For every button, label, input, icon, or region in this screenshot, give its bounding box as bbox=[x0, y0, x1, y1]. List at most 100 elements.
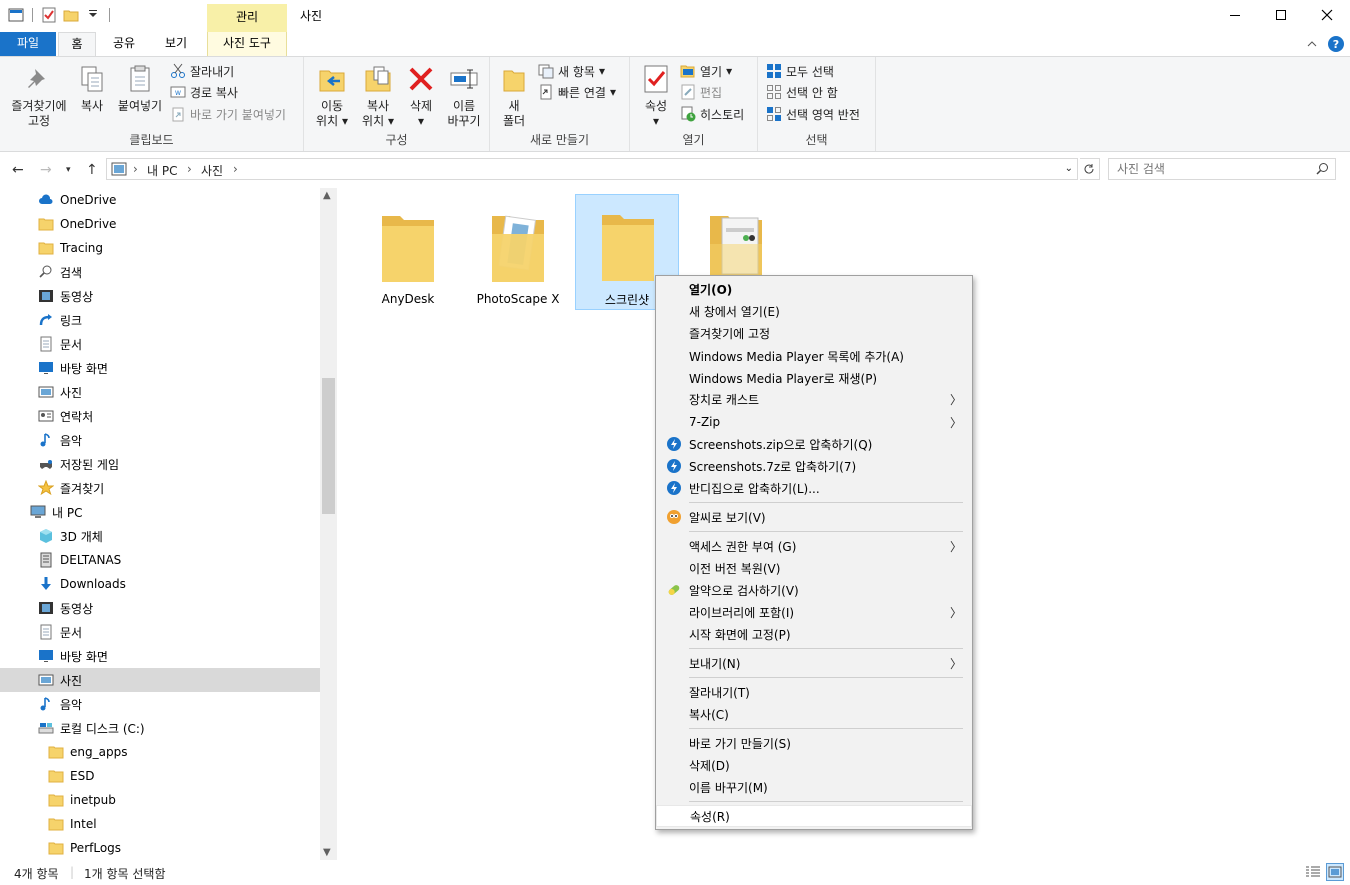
sidebar-item[interactable]: ESD bbox=[0, 764, 320, 788]
breadcrumb-folder[interactable]: 사진 bbox=[201, 162, 223, 179]
edit-button[interactable]: 편집 bbox=[680, 82, 722, 102]
history-button[interactable]: 히스토리 bbox=[680, 104, 744, 124]
tab-photo-tools[interactable]: 사진 도구 bbox=[207, 32, 287, 56]
paste-shortcut-button[interactable]: 바로 가기 붙여넣기 bbox=[170, 104, 286, 124]
menu-item-create-shortcut[interactable]: 바로 가기 만들기(S) bbox=[656, 732, 972, 754]
search-input[interactable] bbox=[1109, 159, 1309, 179]
invert-selection-button[interactable]: 선택 영역 반전 bbox=[766, 104, 860, 124]
recent-locations-chevron-icon[interactable]: ▾ bbox=[66, 165, 71, 175]
properties-button[interactable]: 속성 ▾ bbox=[638, 63, 674, 129]
sidebar-item[interactable]: Downloads bbox=[0, 572, 320, 596]
menu-item-restore-versions[interactable]: 이전 버전 복원(V) bbox=[656, 557, 972, 579]
address-history-chevron-icon[interactable]: ⌄ bbox=[1065, 163, 1073, 174]
sidebar-item[interactable]: 검색 bbox=[0, 260, 320, 284]
sidebar-item[interactable]: 3D 개체 bbox=[0, 524, 320, 548]
address-bar[interactable]: › 내 PC › 사진 › ⌄ bbox=[106, 158, 1078, 180]
paste-button[interactable]: 붙여넣기 bbox=[114, 63, 166, 114]
sidebar-item[interactable]: inetpub bbox=[0, 788, 320, 812]
sidebar-item[interactable]: Intel bbox=[0, 812, 320, 836]
copy-path-button[interactable]: W 경로 복사 bbox=[170, 82, 238, 102]
rename-button[interactable]: 이름 바꾸기 bbox=[442, 63, 486, 129]
breadcrumb-separator-icon[interactable]: › bbox=[133, 162, 138, 176]
tab-share[interactable]: 공유 bbox=[104, 32, 144, 56]
maximize-button[interactable] bbox=[1258, 0, 1304, 30]
menu-item-properties[interactable]: 속성(R) bbox=[656, 805, 972, 827]
refresh-button[interactable] bbox=[1080, 158, 1100, 180]
copy-to-button[interactable]: 복사 위치 ▾ bbox=[356, 63, 400, 129]
menu-item-open[interactable]: 열기(O) bbox=[656, 278, 972, 300]
sidebar-item[interactable]: 음악 bbox=[0, 428, 320, 452]
cut-button[interactable]: 잘라내기 bbox=[170, 61, 234, 81]
tab-view[interactable]: 보기 bbox=[152, 32, 200, 56]
sidebar-item[interactable]: OneDrive bbox=[0, 188, 320, 212]
forward-arrow-icon[interactable]: → bbox=[40, 162, 52, 178]
folder-item[interactable]: PhotoScape X bbox=[466, 196, 570, 312]
sidebar-item[interactable]: 동영상 bbox=[0, 596, 320, 620]
sidebar-item[interactable]: OneDrive bbox=[0, 212, 320, 236]
sidebar-item[interactable]: 바탕 화면 bbox=[0, 356, 320, 380]
pin-quick-access-button[interactable]: 즐겨찾기에 고정 bbox=[6, 63, 72, 129]
sidebar-item[interactable]: 동영상 bbox=[0, 284, 320, 308]
select-none-button[interactable]: 선택 안 함 bbox=[766, 82, 838, 102]
menu-item-cut[interactable]: 잘라내기(T) bbox=[656, 681, 972, 703]
new-folder-quick-icon[interactable] bbox=[63, 7, 79, 23]
sidebar-item[interactable]: 사진 bbox=[0, 380, 320, 404]
menu-item-give-access[interactable]: 액세스 권한 부여 (G) 〉 bbox=[656, 535, 972, 557]
new-item-button[interactable]: 새 항목 ▾ bbox=[538, 61, 605, 81]
copy-button[interactable]: 복사 bbox=[74, 63, 110, 114]
move-to-button[interactable]: 이동 위치 ▾ bbox=[310, 63, 354, 129]
menu-item-wmp-add[interactable]: Windows Media Player 목록에 추가(A) bbox=[656, 345, 972, 367]
search-box[interactable] bbox=[1108, 158, 1336, 180]
delete-button[interactable]: 삭제 ▾ bbox=[404, 63, 438, 129]
minimize-button[interactable] bbox=[1212, 0, 1258, 30]
navigation-scrollbar[interactable]: ▲ ▼ bbox=[320, 188, 337, 860]
search-icon[interactable] bbox=[1316, 162, 1329, 175]
breadcrumb-separator-icon[interactable]: › bbox=[187, 162, 192, 176]
sidebar-item[interactable]: 로컬 디스크 (C:) bbox=[0, 716, 320, 740]
menu-item-alsee[interactable]: 알씨로 보기(V) bbox=[656, 506, 972, 528]
scroll-down-icon[interactable]: ▼ bbox=[323, 847, 331, 858]
menu-item-cast[interactable]: 장치로 캐스트 〉 bbox=[656, 388, 972, 410]
sidebar-item[interactable]: eng_apps bbox=[0, 740, 320, 764]
help-icon[interactable]: ? bbox=[1328, 36, 1344, 52]
sidebar-item[interactable]: 내 PC bbox=[0, 500, 320, 524]
breadcrumb-pc[interactable]: 내 PC bbox=[147, 162, 177, 179]
menu-item-pin-start[interactable]: 시작 화면에 고정(P) bbox=[656, 623, 972, 645]
tab-home[interactable]: 홈 bbox=[58, 32, 96, 56]
sidebar-item[interactable]: 링크 bbox=[0, 308, 320, 332]
sidebar-item[interactable]: 바탕 화면 bbox=[0, 644, 320, 668]
menu-item-wmp-play[interactable]: Windows Media Player로 재생(P) bbox=[656, 367, 972, 389]
large-icons-view-button[interactable] bbox=[1326, 863, 1344, 881]
manage-context-tab[interactable]: 관리 bbox=[207, 4, 287, 32]
folder-item[interactable]: AnyDesk bbox=[356, 196, 460, 312]
breadcrumb-separator-icon[interactable]: › bbox=[233, 162, 238, 176]
back-arrow-icon[interactable]: ← bbox=[12, 162, 24, 178]
sidebar-item[interactable]: 연락처 bbox=[0, 404, 320, 428]
menu-item-send-to[interactable]: 보내기(N) 〉 bbox=[656, 652, 972, 674]
menu-item-rename[interactable]: 이름 바꾸기(M) bbox=[656, 776, 972, 798]
properties-quick-icon[interactable] bbox=[41, 7, 57, 23]
sidebar-item[interactable]: 즐겨찾기 bbox=[0, 476, 320, 500]
sidebar-item[interactable]: 저장된 게임 bbox=[0, 452, 320, 476]
tab-file[interactable]: 파일 bbox=[0, 32, 56, 56]
chevron-down-icon[interactable] bbox=[85, 7, 101, 23]
menu-item-7zip[interactable]: 7-Zip 〉 bbox=[656, 411, 972, 433]
details-view-button[interactable] bbox=[1304, 863, 1322, 881]
select-all-button[interactable]: 모두 선택 bbox=[766, 61, 834, 81]
sidebar-item[interactable]: 사진 bbox=[0, 668, 320, 692]
menu-item-alyac-scan[interactable]: 알약으로 검사하기(V) bbox=[656, 579, 972, 601]
menu-item-bandizip[interactable]: 반디집으로 압축하기(L)... bbox=[656, 477, 972, 499]
sidebar-item[interactable]: PerfLogs bbox=[0, 836, 320, 860]
open-button[interactable]: 열기 ▾ bbox=[680, 61, 732, 81]
scroll-up-icon[interactable]: ▲ bbox=[323, 190, 331, 201]
sidebar-item[interactable]: Tracing bbox=[0, 236, 320, 260]
up-arrow-icon[interactable]: ↑ bbox=[86, 162, 98, 178]
scrollbar-thumb[interactable] bbox=[322, 378, 335, 514]
menu-item-include-library[interactable]: 라이브러리에 포함(I) 〉 bbox=[656, 601, 972, 623]
sidebar-item[interactable]: DELTANAS bbox=[0, 548, 320, 572]
easy-access-button[interactable]: 빠른 연결 ▾ bbox=[538, 82, 616, 102]
menu-item-compress-7z[interactable]: Screenshots.7z로 압축하기(7) bbox=[656, 455, 972, 477]
sidebar-item[interactable]: 문서 bbox=[0, 620, 320, 644]
menu-item-pin-quick-access[interactable]: 즐겨찾기에 고정 bbox=[656, 322, 972, 344]
sidebar-item[interactable]: 문서 bbox=[0, 332, 320, 356]
